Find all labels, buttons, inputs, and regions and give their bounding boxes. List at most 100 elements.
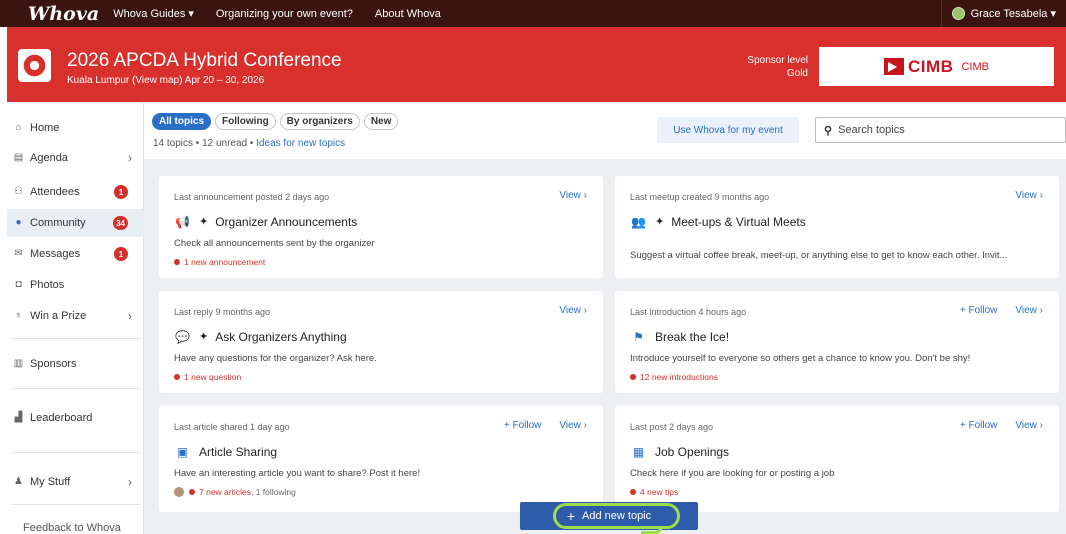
topic-card-ask-organizers[interactable]: Last reply 9 months ago View › 💬 ✦ Ask O… — [159, 291, 603, 393]
search-icon: ⚲ — [824, 124, 833, 137]
top-nav-bar: Whova Whova Guides ▾ Organizing your own… — [0, 0, 1066, 27]
whova-logo[interactable]: Whova — [28, 3, 99, 25]
sidebar-item-win-a-prize[interactable]: ♆ Win a Prize › — [7, 302, 144, 330]
sidebar-item-community[interactable]: ● Community 34 — [7, 209, 144, 237]
pin-icon: ✦ — [655, 216, 665, 228]
nav-whova-guides[interactable]: Whova Guides ▾ — [113, 7, 194, 20]
chevron-right-icon: › — [128, 475, 132, 489]
view-button[interactable]: View › — [1015, 190, 1043, 201]
sidebar-item-photos[interactable]: ◘ Photos — [7, 271, 144, 299]
people-icon: ⚇ — [14, 186, 23, 197]
sidebar-item-label: My Stuff — [30, 476, 71, 488]
sidebar-item-label: Feedback to Whova — [23, 522, 121, 534]
sponsor-card[interactable]: CIMB CIMB — [819, 47, 1054, 86]
event-subtitle[interactable]: Kuala Lumpur (View map) Apr 20 – 30, 202… — [67, 75, 264, 86]
sidebar-item-label: Sponsors — [30, 358, 77, 370]
divider — [11, 452, 141, 453]
card-title: Meet-ups & Virtual Meets — [671, 214, 806, 229]
card-title: Job Openings — [655, 444, 730, 459]
sidebar-item-label: Agenda — [30, 152, 68, 164]
use-whova-button[interactable]: Use Whova for my event — [657, 117, 799, 143]
view-button[interactable]: View › — [559, 420, 587, 431]
sidebar-item-messages[interactable]: ✉ Messages 1 — [7, 240, 144, 268]
topic-card-break-the-ice[interactable]: Last introduction 4 hours ago + Follow V… — [615, 291, 1059, 393]
sidebar-item-feedback[interactable]: Feedback to Whova — [7, 514, 144, 534]
sidebar-item-home[interactable]: ⌂ Home — [7, 114, 144, 142]
card-title: Ask Organizers Anything — [215, 329, 347, 344]
card-following-count: , 1 following — [250, 487, 296, 497]
card-title: Organizer Announcements — [215, 214, 358, 229]
search-input[interactable] — [838, 124, 1039, 136]
unread-dot — [630, 374, 636, 380]
nav-about-whova[interactable]: About Whova — [375, 8, 441, 20]
view-button[interactable]: View › — [1015, 305, 1043, 316]
card-new-count: 7 new articles — [199, 487, 251, 497]
sidebar: ⌂ Home ▤ Agenda › ⚇ Attendees 1 ● Commun… — [7, 102, 144, 534]
follow-button[interactable]: + Follow — [504, 420, 542, 431]
view-button[interactable]: View › — [559, 305, 587, 316]
avatar — [951, 7, 965, 20]
follow-button[interactable]: + Follow — [960, 420, 998, 431]
chat-icon: ● — [15, 217, 22, 228]
sponsor-level-label: Sponsor level — [747, 55, 808, 66]
view-button[interactable]: View › — [559, 190, 587, 201]
topic-card-organizer-announcements[interactable]: Last announcement posted 2 days ago View… — [159, 176, 603, 278]
card-new-count: 1 new announcement — [184, 257, 266, 267]
user-name: Grace Tesabela ▾ — [970, 8, 1056, 20]
follow-button[interactable]: + Follow — [960, 305, 998, 316]
calendar-icon: ▤ — [13, 152, 24, 163]
tab-all-topics[interactable]: All topics — [152, 113, 212, 130]
card-description: Introduce yourself to everyone so others… — [630, 353, 971, 364]
ideas-link[interactable]: Ideas for new topics — [256, 138, 345, 149]
card-meta: Last announcement posted 2 days ago — [174, 192, 330, 202]
search-box[interactable]: ⚲ — [815, 117, 1066, 143]
sidebar-item-label: Win a Prize — [30, 310, 87, 322]
card-new-count: 4 new tips — [640, 487, 679, 497]
unread-dot — [174, 259, 180, 265]
briefcase-icon: ▦ — [632, 444, 645, 459]
pin-icon: ✦ — [199, 331, 209, 343]
card-description: Have an interesting article you want to … — [174, 468, 421, 479]
card-meta: Last reply 9 months ago — [174, 307, 271, 317]
building-icon: ▥ — [13, 358, 24, 369]
tab-following[interactable]: Following — [215, 113, 276, 130]
event-banner: 2026 APCDA Hybrid Conference Kuala Lumpu… — [7, 27, 1066, 102]
sidebar-item-sponsors[interactable]: ▥ Sponsors — [7, 350, 144, 378]
event-title: 2026 APCDA Hybrid Conference — [67, 50, 342, 71]
flag-icon: ⚑ — [633, 329, 644, 344]
conference-logo — [18, 49, 51, 82]
sidebar-item-my-stuff[interactable]: ♟ My Stuff › — [7, 468, 144, 496]
topic-stats: 14 topics • 12 unread • Ideas for new to… — [153, 138, 345, 149]
card-description: Check all announcements sent by the orga… — [174, 238, 375, 249]
trophy-icon: ♆ — [14, 310, 23, 321]
topic-card-job-openings[interactable]: Last post 2 days ago + Follow View › ▦ J… — [615, 406, 1059, 512]
person-icon: ♟ — [14, 476, 23, 487]
card-meta: Last article shared 1 day ago — [174, 422, 290, 432]
view-button[interactable]: View › — [1015, 420, 1043, 431]
unread-dot — [174, 374, 180, 380]
camera-icon: ◘ — [15, 279, 22, 290]
messages-badge: 1 — [114, 247, 128, 261]
sidebar-item-attendees[interactable]: ⚇ Attendees 1 — [7, 178, 144, 206]
envelope-icon: ✉ — [14, 248, 23, 259]
topic-card-meetups[interactable]: Last meetup created 9 months ago View › … — [615, 176, 1059, 278]
unread-dot — [630, 489, 636, 495]
chevron-right-icon: › — [128, 309, 132, 323]
community-badge: 34 — [113, 216, 128, 230]
sidebar-item-agenda[interactable]: ▤ Agenda › — [7, 144, 144, 172]
card-meta: Last meetup created 9 months ago — [630, 192, 770, 202]
topic-filter-tabs: All topics Following By organizers New — [152, 113, 402, 130]
pin-icon: ✦ — [199, 216, 209, 228]
nav-organizing-event[interactable]: Organizing your own event? — [216, 8, 353, 20]
user-menu[interactable]: Grace Tesabela ▾ — [940, 0, 1056, 27]
sidebar-item-leaderboard[interactable]: ▟ Leaderboard — [7, 404, 144, 432]
tab-by-organizers[interactable]: By organizers — [279, 113, 360, 130]
sidebar-item-label: Home — [30, 122, 60, 134]
leaderboard-icon: ▟ — [14, 412, 23, 423]
sponsor-brand: CIMB — [908, 56, 954, 76]
tab-new[interactable]: New — [363, 113, 399, 130]
divider — [11, 504, 141, 505]
topic-card-article-sharing[interactable]: Last article shared 1 day ago + Follow V… — [159, 406, 603, 512]
card-meta: Last post 2 days ago — [630, 422, 714, 432]
cimb-logo-icon — [884, 58, 905, 75]
